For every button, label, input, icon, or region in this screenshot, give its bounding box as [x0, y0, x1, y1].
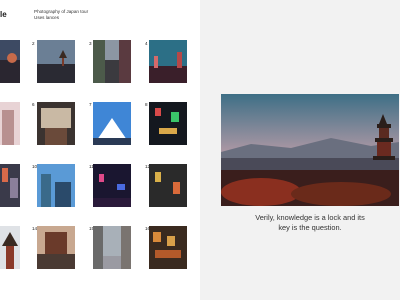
quote-line: key is the question.: [278, 223, 342, 232]
caption-subtitle: Uses lances: [34, 15, 60, 20]
logo[interactable]: le: [0, 10, 7, 19]
thumbnail-16[interactable]: [149, 226, 187, 269]
thumbnail-12[interactable]: [149, 164, 187, 207]
thumbnail-number: 8: [145, 102, 148, 107]
quote-line: Verily, knowledge is a lock and its: [255, 213, 365, 222]
thumbnail-number: 7: [89, 102, 92, 107]
gallery-panel: le Photography of Japan tour Uses lances…: [0, 0, 200, 300]
thumbnail-15[interactable]: [93, 226, 131, 269]
thumbnail-number: 4: [145, 41, 148, 46]
thumbnail-6[interactable]: [37, 102, 75, 145]
thumbnail-2[interactable]: [37, 40, 75, 83]
thumbnail-1[interactable]: [0, 40, 20, 83]
thumbnail-14[interactable]: [37, 226, 75, 269]
thumbnail-number: 3: [89, 41, 92, 46]
thumbnail-9[interactable]: [0, 164, 20, 207]
thumbnail-4[interactable]: [149, 40, 187, 83]
thumbnail-7[interactable]: [93, 102, 131, 145]
preview-image: [221, 94, 399, 206]
thumbnail-11[interactable]: [93, 164, 131, 207]
thumbnail-8[interactable]: [149, 102, 187, 145]
thumbnail-3[interactable]: [93, 40, 131, 83]
thumbnail-13[interactable]: [0, 226, 20, 269]
preview-panel: Verily, knowledge is a lock and its key …: [200, 0, 400, 300]
thumbnail-5[interactable]: [0, 102, 20, 145]
thumbnail-10[interactable]: [37, 164, 75, 207]
thumbnail-number: 2: [32, 41, 35, 46]
thumbnail-number: 6: [32, 102, 35, 107]
gallery-caption: Photography of Japan tour Uses lances: [34, 9, 88, 21]
preview-quote: Verily, knowledge is a lock and its key …: [220, 213, 400, 233]
